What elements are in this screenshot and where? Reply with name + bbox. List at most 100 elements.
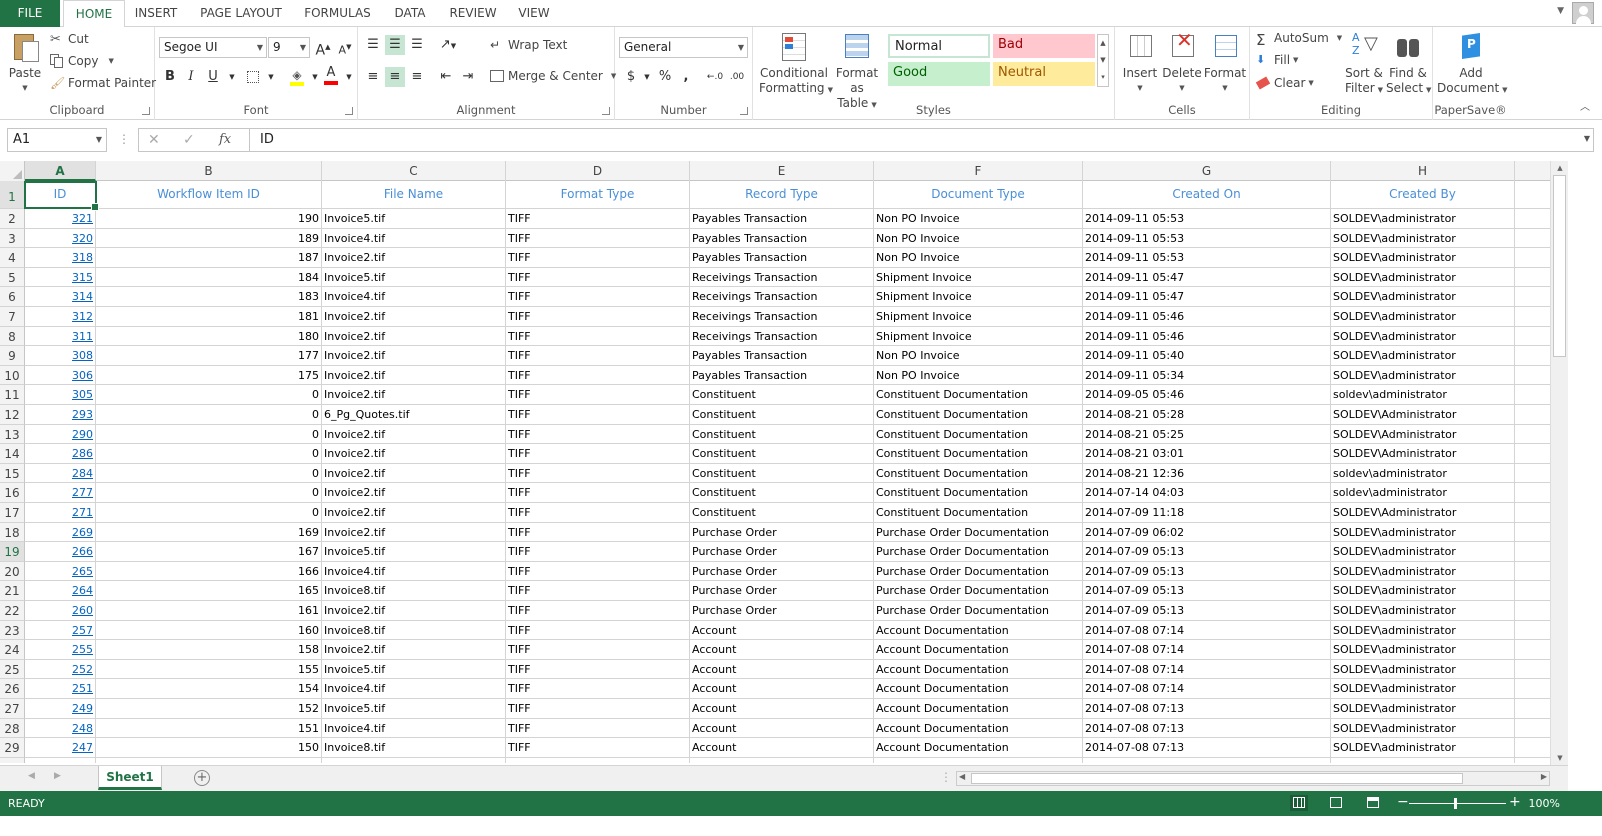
cell[interactable]: 151: [96, 718, 322, 739]
cell[interactable]: Invoice2.tif: [322, 503, 506, 523]
cell[interactable]: Account Documentation: [874, 718, 1083, 739]
cell[interactable]: TIFF: [506, 561, 690, 582]
find-select-button[interactable]: Find & Select ▼: [1386, 31, 1431, 98]
fill-color-icon[interactable]: ◈: [287, 65, 307, 86]
ribbon-options-icon[interactable]: ▼: [1557, 6, 1564, 16]
cell[interactable]: 2014-09-11 05:34: [1083, 365, 1331, 386]
cell[interactable]: [1515, 640, 1550, 660]
cell[interactable]: Purchase Order Documentation: [874, 561, 1083, 582]
cell[interactable]: SOLDEV\administrator: [1331, 307, 1515, 327]
cell[interactable]: 167: [96, 542, 322, 562]
row-header[interactable]: 30: [0, 757, 25, 763]
cell[interactable]: Shipment Invoice: [874, 267, 1083, 288]
cell[interactable]: TIFF: [506, 601, 690, 621]
select-all-button[interactable]: [0, 161, 25, 181]
increase-decimal-icon[interactable]: ←.0: [705, 67, 725, 87]
cell[interactable]: SOLDEV\administrator: [1331, 601, 1515, 621]
cell[interactable]: Constituent: [690, 405, 874, 425]
cell[interactable]: 2014-07-08 07:13: [1083, 718, 1331, 739]
cell[interactable]: Account: [690, 718, 874, 739]
copy-dropdown-icon[interactable]: ▼: [108, 57, 113, 65]
cell[interactable]: Account: [690, 738, 874, 758]
row-header[interactable]: 6: [0, 287, 25, 307]
cell[interactable]: Invoice5.tif: [322, 209, 506, 229]
cell[interactable]: [1515, 229, 1550, 249]
row-header[interactable]: 13: [0, 424, 25, 445]
id-link-cell[interactable]: 266: [25, 542, 96, 562]
cell[interactable]: 177: [96, 346, 322, 366]
cell[interactable]: [1515, 366, 1550, 386]
scroll-left-icon[interactable]: ◀: [959, 772, 965, 781]
cell[interactable]: [1515, 719, 1550, 739]
align-bottom-icon[interactable]: ☰: [407, 35, 427, 55]
cell[interactable]: 2014-07-14 04:03: [1083, 483, 1331, 503]
id-link-cell[interactable]: 286: [25, 444, 96, 464]
scroll-up-icon[interactable]: ▲: [1552, 162, 1568, 174]
header-cell[interactable]: ID: [25, 181, 96, 209]
cell[interactable]: TIFF: [506, 424, 690, 445]
cell[interactable]: 150: [96, 738, 322, 758]
cell[interactable]: 2014-07-08 07:14: [1083, 620, 1331, 641]
cell[interactable]: Invoice5.tif: [322, 659, 506, 680]
id-link-cell[interactable]: 271: [25, 503, 96, 523]
header-cell[interactable]: File Name: [322, 181, 506, 209]
cell[interactable]: Purchase Order Documentation: [874, 581, 1083, 601]
number-launcher-icon[interactable]: [740, 107, 748, 115]
cell[interactable]: Receivings Transaction: [690, 307, 874, 327]
cell[interactable]: 2014-07-09 11:18: [1083, 503, 1331, 523]
style-bad[interactable]: Bad: [993, 34, 1095, 58]
cell[interactable]: Account: [690, 757, 874, 763]
tab-insert[interactable]: INSERT: [125, 0, 187, 27]
cell[interactable]: Invoice2.tif: [322, 601, 506, 621]
font-launcher-icon[interactable]: [345, 107, 353, 115]
cell[interactable]: SOLDEV\administrator: [1331, 659, 1515, 680]
cell[interactable]: Receivings Transaction: [690, 326, 874, 347]
tab-review[interactable]: REVIEW: [440, 0, 506, 27]
column-header-b[interactable]: B: [96, 161, 322, 181]
column-header-h[interactable]: H: [1331, 161, 1515, 181]
cell[interactable]: 166: [96, 561, 322, 582]
row-header[interactable]: 15: [0, 463, 25, 484]
cell[interactable]: 2014-09-05 05:46: [1083, 385, 1331, 405]
id-link-cell[interactable]: 248: [25, 718, 96, 739]
collapse-ribbon-icon[interactable]: ︿: [1580, 98, 1590, 113]
cell[interactable]: [1515, 425, 1550, 445]
cell[interactable]: Invoice4.tif: [322, 228, 506, 249]
zoom-level[interactable]: 100%: [1529, 797, 1560, 810]
header-cell[interactable]: Record Type: [690, 181, 874, 209]
cell[interactable]: Account Documentation: [874, 620, 1083, 641]
cell[interactable]: Constituent Documentation: [874, 463, 1083, 484]
cell[interactable]: TIFF: [506, 385, 690, 405]
cell[interactable]: [1515, 181, 1550, 209]
cell[interactable]: 2014-07-09 05:13: [1083, 561, 1331, 582]
column-header-next[interactable]: [1515, 161, 1550, 181]
cell[interactable]: 2014-07-09 05:13: [1083, 542, 1331, 562]
underline-dropdown-icon[interactable]: ▼: [222, 67, 242, 87]
format-cells-button[interactable]: Format ▼: [1203, 31, 1247, 96]
cell[interactable]: 0: [96, 385, 322, 405]
row-header[interactable]: 9: [0, 346, 25, 366]
zoom-in-icon[interactable]: +: [1509, 794, 1521, 810]
cell[interactable]: Constituent: [690, 385, 874, 405]
add-document-button[interactable]: P Add Document ▼: [1437, 31, 1508, 98]
cell[interactable]: SOLDEV\administrator: [1331, 640, 1515, 660]
cell[interactable]: Account: [690, 699, 874, 719]
cell[interactable]: 2014-09-11 05:46: [1083, 307, 1331, 327]
header-cell[interactable]: Format Type: [506, 181, 690, 209]
column-header-g[interactable]: G: [1083, 161, 1331, 181]
merge-center-button[interactable]: Merge & Center ▼: [490, 69, 616, 83]
cell[interactable]: Payables Transaction: [690, 228, 874, 249]
cell[interactable]: 2014-09-11 05:47: [1083, 287, 1331, 307]
row-header[interactable]: 25: [0, 659, 25, 680]
row-header[interactable]: 2: [0, 209, 25, 229]
id-link-cell[interactable]: 265: [25, 561, 96, 582]
cell[interactable]: 0: [96, 444, 322, 464]
cell[interactable]: Purchase Order: [690, 601, 874, 621]
cell[interactable]: [1515, 660, 1550, 680]
wrap-text-button[interactable]: ↵ Wrap Text: [490, 38, 567, 52]
insert-cells-button[interactable]: Insert ▼: [1119, 31, 1161, 96]
cell[interactable]: TIFF: [506, 659, 690, 680]
id-link-cell[interactable]: 264: [25, 581, 96, 601]
cell[interactable]: Payables Transaction: [690, 346, 874, 366]
decrease-font-icon[interactable]: A▼: [335, 37, 355, 57]
